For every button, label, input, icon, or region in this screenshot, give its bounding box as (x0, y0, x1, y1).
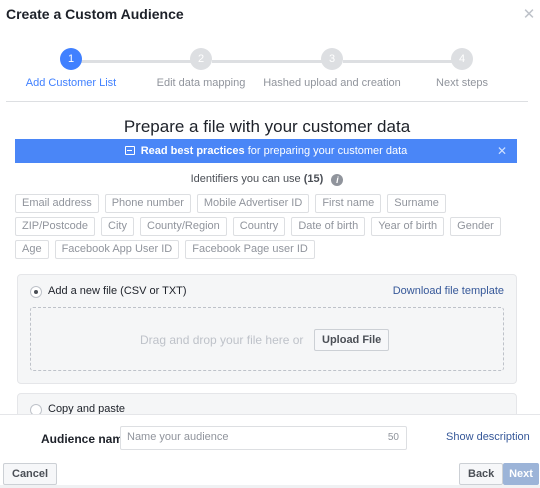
step-next-steps[interactable]: 4 Next steps (387, 48, 537, 89)
identifier-chip: Age (15, 240, 49, 259)
banner-close-icon[interactable]: ✕ (497, 139, 507, 163)
download-template-link[interactable]: Download file template (393, 285, 504, 297)
identifier-chip: Facebook App User ID (54, 240, 180, 259)
identifier-chip: County/Region (140, 217, 227, 236)
back-button[interactable]: Back (459, 463, 504, 485)
step-number: 4 (451, 48, 473, 70)
identifiers-count: (15) (303, 173, 324, 185)
add-file-radio[interactable] (30, 286, 42, 298)
identifier-chip: Date of birth (291, 217, 366, 236)
next-button[interactable]: Next (503, 463, 539, 485)
step-number: 1 (60, 48, 82, 70)
char-counter: 50 (387, 432, 399, 443)
audience-name-input[interactable] (127, 431, 357, 443)
identifier-chip: Email address (15, 194, 99, 213)
add-file-label[interactable]: Add a new file (CSV or TXT) (48, 285, 187, 297)
file-dropzone[interactable]: Drag and drop your file here or Upload F… (30, 307, 504, 371)
identifiers-heading: Identifiers you can use (15) i (0, 173, 534, 186)
step-hashed-upload[interactable]: 3 Hashed upload and creation (257, 48, 407, 89)
create-custom-audience-dialog: Create a Custom Audience ✕ 1 Add Custome… (0, 0, 540, 488)
identifier-chip: Surname (387, 194, 446, 213)
identifier-chip: ZIP/Postcode (15, 217, 96, 236)
dialog-header: Create a Custom Audience ✕ (0, 0, 540, 30)
add-file-panel: Add a new file (CSV or TXT) Download fil… (17, 274, 517, 384)
identifier-chip: Country (232, 217, 286, 236)
banner-text: for preparing your customer data (244, 145, 408, 157)
step-label: Add Customer List (25, 77, 117, 89)
identifier-chip: Year of birth (371, 217, 445, 236)
audience-name-label: Audience name (41, 432, 130, 446)
identifier-chip: Phone number (104, 194, 191, 213)
identifier-chip: First name (315, 194, 382, 213)
identifier-chip: Gender (450, 217, 501, 236)
section-title: Prepare a file with your customer data (123, 117, 411, 136)
step-label: Next steps (436, 77, 488, 89)
stepper-divider (6, 101, 528, 102)
document-icon (124, 146, 135, 155)
banner-link[interactable]: Read best practices (141, 145, 245, 157)
identifiers-heading-text: Identifiers you can use (190, 173, 301, 185)
upload-file-button[interactable]: Upload File (314, 329, 390, 351)
step-edit-data-mapping[interactable]: 2 Edit data mapping (126, 48, 276, 89)
dialog-footer: Audience name 50 Show description Cancel… (0, 414, 540, 488)
step-number: 3 (321, 48, 343, 70)
show-description-link[interactable]: Show description (446, 431, 530, 443)
dropzone-text: Drag and drop your file here or (140, 333, 304, 347)
identifier-chip: Facebook Page user ID (185, 240, 315, 259)
dialog-title: Create a Custom Audience (6, 6, 184, 22)
close-icon[interactable]: ✕ (522, 7, 536, 22)
identifier-chip: Mobile Advertiser ID (196, 194, 310, 213)
step-add-customer-list[interactable]: 1 Add Customer List (0, 48, 146, 89)
cancel-button[interactable]: Cancel (3, 463, 58, 485)
step-label: Hashed upload and creation (263, 77, 401, 89)
identifier-chips: Email address Phone number Mobile Advert… (15, 194, 520, 259)
step-number: 2 (190, 48, 212, 70)
identifier-chip: City (101, 217, 134, 236)
info-icon[interactable]: i (331, 174, 344, 186)
audience-name-field[interactable]: 50 (120, 426, 407, 450)
step-label: Edit data mapping (156, 77, 246, 89)
best-practices-banner[interactable]: Read best practices for preparing your c… (15, 139, 517, 163)
